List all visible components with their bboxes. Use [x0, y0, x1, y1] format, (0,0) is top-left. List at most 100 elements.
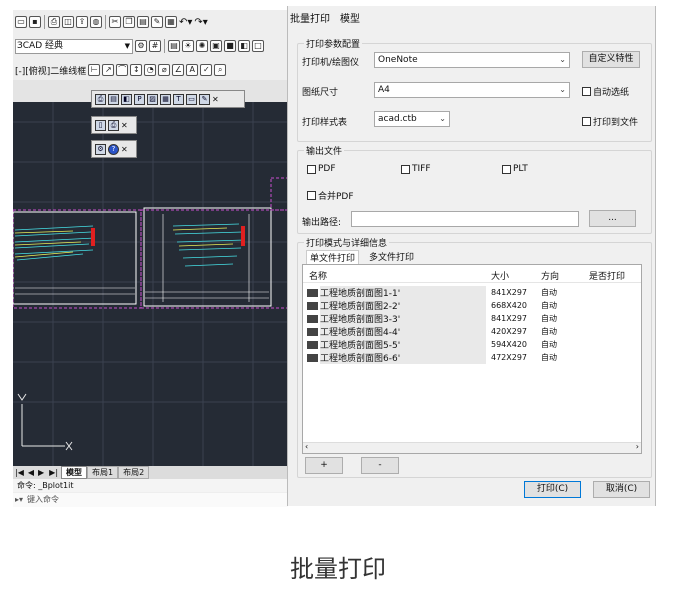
row-direction[interactable]: 自动	[541, 339, 557, 350]
print-to-file-checkbox[interactable]: 打印到文件	[582, 115, 638, 128]
frame-tool-icon[interactable]: ▭	[186, 93, 197, 105]
layer-off-icon[interactable]: □	[252, 40, 264, 52]
copy-icon[interactable]: ❐	[123, 16, 135, 28]
image-icon[interactable]: ▨	[147, 93, 158, 105]
globe-icon[interactable]: ◍	[90, 16, 102, 28]
tab-layout1[interactable]: 布局1	[87, 466, 119, 479]
gear-icon[interactable]: ⚙	[135, 40, 147, 52]
linear-dim-icon[interactable]: ⊢	[88, 64, 101, 76]
block-icon[interactable]: ▦	[165, 16, 177, 28]
tab-layout2[interactable]: 布局2	[118, 466, 150, 479]
batch-plot-icon[interactable]: ▤	[108, 93, 119, 105]
save-icon[interactable]: ▪	[29, 16, 41, 28]
menu-model[interactable]: 模型	[340, 10, 360, 25]
close-icon[interactable]: ✕	[212, 95, 219, 104]
custom-properties-button[interactable]: 自定义特性	[582, 51, 640, 68]
help-icon[interactable]: ?	[108, 143, 119, 155]
radius-dim-icon[interactable]: ◔	[144, 64, 157, 76]
command-line[interactable]: ▸▾ 键入命令	[13, 493, 288, 507]
print-icon[interactable]: ⎙	[48, 16, 60, 28]
table-row[interactable]: 工程地质剖面图6-6' 472X297 自动	[307, 351, 637, 364]
brush-icon[interactable]: ✎	[199, 93, 210, 105]
row-direction[interactable]: 自动	[541, 326, 557, 337]
text-icon[interactable]: A	[186, 64, 199, 76]
paper-size-select[interactable]: A4 ⌄	[374, 82, 570, 98]
spell-icon[interactable]: ✓	[200, 64, 213, 76]
row-direction[interactable]: 自动	[541, 313, 557, 324]
output-path-input[interactable]	[351, 211, 579, 227]
sun-icon[interactable]: ✺	[196, 40, 208, 52]
table-row[interactable]: 工程地质剖面图2-2' 668X420 自动	[307, 299, 637, 312]
arc-dim-icon[interactable]: ⌒	[116, 64, 129, 76]
paste-icon[interactable]: ▤	[137, 16, 149, 28]
row-direction[interactable]: 自动	[541, 352, 557, 363]
row-direction[interactable]: 自动	[541, 300, 557, 311]
add-button[interactable]: +	[305, 457, 343, 474]
auto-paper-checkbox[interactable]: 自动选纸	[582, 85, 629, 98]
menu-batch-plot[interactable]: 批量打印	[290, 10, 330, 25]
cut-icon[interactable]: ✂	[109, 16, 121, 28]
text-tool-icon[interactable]: T	[173, 93, 184, 105]
figure-caption: 批量打印	[290, 555, 386, 583]
color-square-icon[interactable]: ■	[224, 40, 236, 52]
print-button[interactable]: 打印(C)	[524, 481, 581, 498]
scroll-right-icon[interactable]: ›	[636, 442, 639, 451]
table-row[interactable]: 工程地质剖面图5-5' 594X420 自动	[307, 338, 637, 351]
scroll-left-icon[interactable]: ‹	[305, 442, 308, 451]
column-name[interactable]: 名称	[309, 269, 327, 282]
redo-icon[interactable]: ↷▾	[194, 17, 207, 28]
plot-style-select[interactable]: acad.ctb ⌄	[374, 111, 450, 127]
layer-icon[interactable]: ▤	[168, 40, 180, 52]
plot-icon[interactable]: ⎙	[95, 93, 106, 105]
find-icon[interactable]: ⌕	[214, 64, 227, 76]
merge-pdf-checkbox[interactable]: 合并PDF	[307, 189, 354, 202]
bulb-icon[interactable]: ☀	[182, 40, 194, 52]
document-icon[interactable]: ▯	[95, 119, 106, 131]
close-icon[interactable]: ✕	[121, 121, 128, 130]
table-icon[interactable]: ▦	[160, 93, 171, 105]
pdf-checkbox[interactable]: PDF	[307, 164, 336, 174]
cancel-button[interactable]: 取消(C)	[593, 481, 650, 498]
undo-icon[interactable]: ↶▾	[179, 17, 192, 28]
tab-model[interactable]: 模型	[61, 466, 88, 479]
ordinate-dim-icon[interactable]: ↕	[130, 64, 143, 76]
preview-icon[interactable]: ◫	[62, 16, 74, 28]
layout-icon[interactable]: ◧	[121, 93, 132, 105]
remove-button[interactable]: -	[361, 457, 399, 474]
publish-icon[interactable]: ⇪	[76, 16, 88, 28]
next-tab-arrow-icon[interactable]: ▶	[38, 468, 44, 477]
horizontal-scrollbar[interactable]: ‹ ›	[303, 442, 641, 453]
prev-tab-arrow-icon[interactable]: ◀	[28, 468, 34, 477]
last-tab-arrow-icon[interactable]: ▶|	[49, 468, 58, 477]
match-properties-icon[interactable]: ✎	[151, 16, 163, 28]
close-icon[interactable]: ✕	[121, 145, 128, 154]
floating-toolbar-2: ▯ ⎙ ✕	[91, 116, 137, 134]
diameter-dim-icon[interactable]: ⌀	[158, 64, 171, 76]
column-size[interactable]: 大小	[491, 269, 509, 282]
aligned-dim-icon[interactable]: ↗	[102, 64, 115, 76]
settings-icon[interactable]: ⚙	[95, 143, 106, 155]
tiff-checkbox[interactable]: TIFF	[401, 164, 431, 174]
open-icon[interactable]: ▭	[15, 16, 27, 28]
printer-icon[interactable]: ⎙	[108, 119, 119, 131]
table-row[interactable]: 工程地质剖面图4-4' 420X297 自动	[307, 325, 637, 338]
first-tab-arrow-icon[interactable]: |◀	[15, 468, 24, 477]
table-row[interactable]: 工程地质剖面图1-1' 841X297 自动	[307, 286, 637, 299]
view-label[interactable]: [-][俯视]二维线框	[15, 63, 87, 77]
column-direction[interactable]: 方向	[541, 269, 559, 282]
pdf-icon[interactable]: P	[134, 93, 145, 105]
lock-icon[interactable]: ▣	[210, 40, 222, 52]
row-direction[interactable]: 自动	[541, 287, 557, 298]
plt-checkbox[interactable]: PLT	[502, 164, 528, 174]
tab-single-file[interactable]: 单文件打印	[306, 250, 360, 264]
drawing-area[interactable]: ⎙ ▤ ◧ P ▨ ▦ T ▭ ✎ ✕ ▯ ⎙ ✕ ⚙ ? ✕	[13, 90, 288, 466]
column-print[interactable]: 是否打印	[589, 269, 625, 282]
tab-multi-file[interactable]: 多文件打印	[369, 250, 414, 264]
table-row[interactable]: 工程地质剖面图3-3' 841X297 自动	[307, 312, 637, 325]
grid-icon[interactable]: #	[149, 40, 161, 52]
workspace-select[interactable]: ЗCAD 经典 ▼	[15, 38, 133, 54]
browse-button[interactable]: ...	[589, 210, 636, 227]
layer-state-icon[interactable]: ◧	[238, 40, 250, 52]
angle-dim-icon[interactable]: ∠	[172, 64, 185, 76]
printer-select[interactable]: OneNote ⌄	[374, 52, 570, 68]
